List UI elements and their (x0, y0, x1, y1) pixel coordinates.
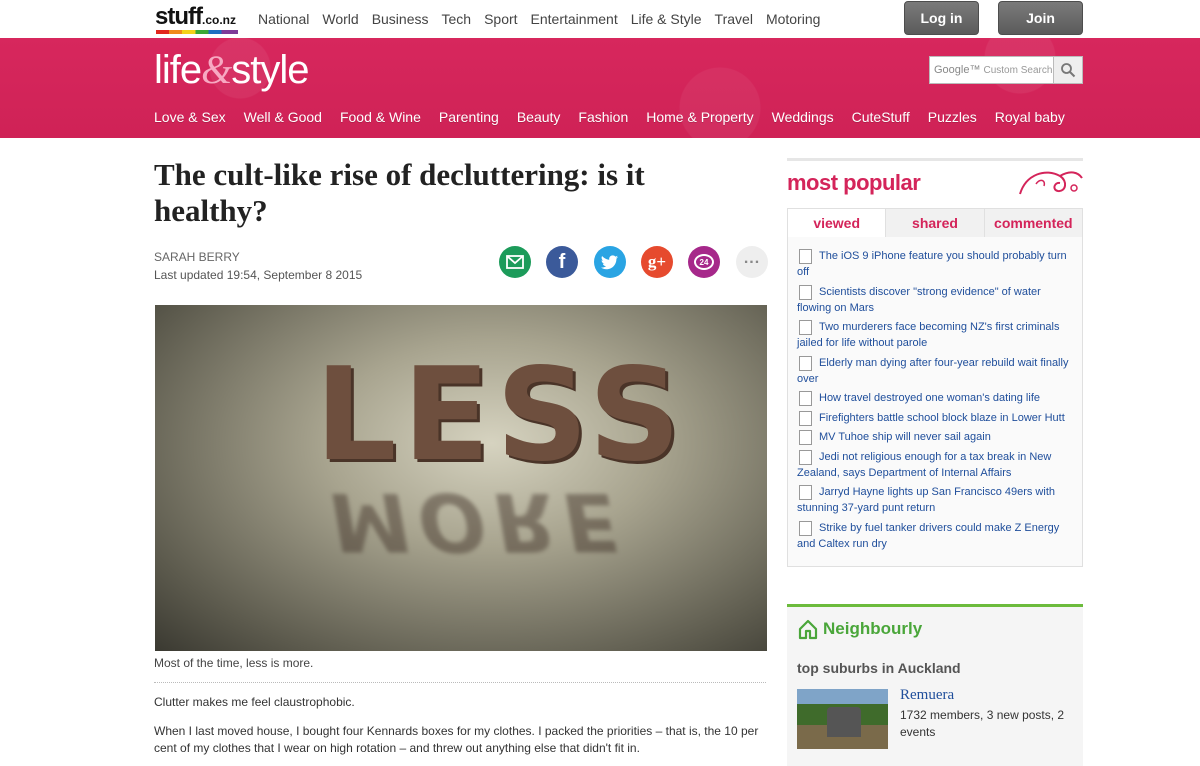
most-popular-tabs: viewed shared commented (787, 208, 1083, 237)
logo-rainbow-stripe (156, 30, 238, 34)
search-input[interactable]: Google™ Custom Search (929, 56, 1054, 84)
list-item[interactable]: Elderly man dying after four-year rebuil… (797, 355, 1077, 387)
top-nav-sport[interactable]: Sport (484, 11, 517, 27)
facebook-icon: f (558, 250, 566, 273)
article-updated: Last updated 19:54, September 8 2015 (154, 268, 363, 282)
sub-nav-parenting[interactable]: Parenting (439, 109, 499, 125)
section-title-part2: style (231, 48, 309, 92)
google-brand: Google™ (934, 64, 981, 76)
neighbourly-logo[interactable]: Neighbourly (797, 618, 922, 640)
logo-word: stuff (155, 3, 203, 30)
logo-tld: .co.nz (201, 13, 236, 27)
section-banner: life&style Google™ Custom Search Love & … (0, 38, 1200, 138)
neighbourly-subtitle: top suburbs in Auckland (797, 660, 961, 676)
list-item[interactable]: How travel destroyed one woman's dating … (797, 390, 1077, 406)
top-bar: stuff.co.nz National World Business Tech… (0, 0, 1200, 38)
caption-divider (154, 682, 766, 683)
hero-word: LESS (315, 341, 687, 490)
suburb-link[interactable]: Remuera (900, 687, 954, 704)
stuff-logo[interactable]: stuff.co.nz (155, 3, 238, 34)
sub-nav-royal-baby[interactable]: Royal baby (995, 109, 1065, 125)
more-dots-icon: ... (743, 250, 761, 267)
googleplus-icon: g+ (647, 252, 667, 271)
article-paragraph-1: Clutter makes me feel claustrophobic. (154, 695, 355, 709)
top-nav-tech[interactable]: Tech (442, 11, 472, 27)
article-hero-image: MORE LESS (155, 305, 767, 651)
top-nav-world[interactable]: World (322, 11, 358, 27)
image-caption: Most of the time, less is more. (154, 656, 314, 670)
comments-button[interactable]: 24 (688, 246, 720, 278)
list-item[interactable]: Strike by fuel tanker drivers could make… (797, 520, 1077, 552)
list-item[interactable]: Jedi not religious enough for a tax brea… (797, 449, 1077, 481)
top-nav: National World Business Tech Sport Enter… (258, 11, 833, 27)
sub-nav-love-sex[interactable]: Love & Sex (154, 109, 226, 125)
sub-nav-weddings[interactable]: Weddings (772, 109, 834, 125)
sub-nav-cutestuff[interactable]: CuteStuff (852, 109, 910, 125)
search-placeholder: Custom Search (983, 64, 1053, 76)
most-popular-rule (787, 158, 1083, 161)
section-title-part1: life (154, 48, 202, 92)
list-item[interactable]: MV Tuhoe ship will never sail again (797, 429, 1077, 445)
envelope-icon (506, 255, 524, 269)
list-item[interactable]: Jarryd Hayne lights up San Francisco 49e… (797, 484, 1077, 516)
sub-nav-home-property[interactable]: Home & Property (646, 109, 753, 125)
join-button[interactable]: Join (998, 1, 1083, 35)
comment-bubble-icon: 24 (694, 254, 714, 270)
list-item[interactable]: Scientists discover "strong evidence" of… (797, 284, 1077, 316)
sub-nav-well-good[interactable]: Well & Good (244, 109, 322, 125)
top-nav-motoring[interactable]: Motoring (766, 11, 820, 27)
suburb-thumbnail[interactable] (797, 689, 888, 749)
floral-ornament-icon (1019, 171, 1083, 195)
most-popular-title: most popular (787, 170, 921, 195)
sub-nav-fashion[interactable]: Fashion (578, 109, 628, 125)
most-popular-list: The iOS 9 iPhone feature you should prob… (797, 248, 1077, 555)
top-nav-business[interactable]: Business (372, 11, 429, 27)
search-icon (1061, 63, 1076, 78)
list-item[interactable]: Two murderers face becoming NZ's first c… (797, 319, 1077, 351)
section-title-amp: & (201, 47, 232, 92)
share-googleplus-button[interactable]: g+ (641, 246, 673, 278)
neighbourly-brand: Neighbourly (823, 619, 923, 638)
share-email-button[interactable] (499, 246, 531, 278)
list-item[interactable]: The iOS 9 iPhone feature you should prob… (797, 248, 1077, 280)
tab-viewed[interactable]: viewed (788, 209, 886, 237)
twitter-bird-icon (601, 254, 618, 269)
top-nav-entertainment[interactable]: Entertainment (531, 11, 618, 27)
top-nav-travel[interactable]: Travel (715, 11, 753, 27)
sub-nav-puzzles[interactable]: Puzzles (928, 109, 977, 125)
share-twitter-button[interactable] (594, 246, 626, 278)
top-nav-national[interactable]: National (258, 11, 309, 27)
article-paragraph-2: When I last moved house, I bought four K… (154, 724, 759, 755)
sub-nav-food-wine[interactable]: Food & Wine (340, 109, 421, 125)
sub-nav-beauty[interactable]: Beauty (517, 109, 561, 125)
list-item[interactable]: Firefighters battle school block blaze i… (797, 410, 1077, 426)
tab-shared[interactable]: shared (885, 209, 983, 237)
tab-commented[interactable]: commented (983, 209, 1082, 237)
top-nav-life-style[interactable]: Life & Style (631, 11, 702, 27)
section-title[interactable]: life&style (154, 46, 310, 93)
article-headline: The cult-like rise of decluttering: is i… (154, 157, 645, 228)
section-sub-nav: Love & Sex Well & Good Food & Wine Paren… (154, 109, 1083, 125)
comments-count: 24 (699, 257, 709, 267)
house-outline-icon (798, 619, 818, 640)
login-button[interactable]: Log in (904, 1, 979, 35)
article-author[interactable]: SARAH BERRY (154, 250, 240, 264)
more-share-button[interactable]: ... (736, 246, 768, 278)
share-facebook-button[interactable]: f (546, 246, 578, 278)
search-button[interactable] (1053, 56, 1083, 84)
suburb-stats: 1732 members, 3 new posts, 2 events (900, 708, 1065, 739)
